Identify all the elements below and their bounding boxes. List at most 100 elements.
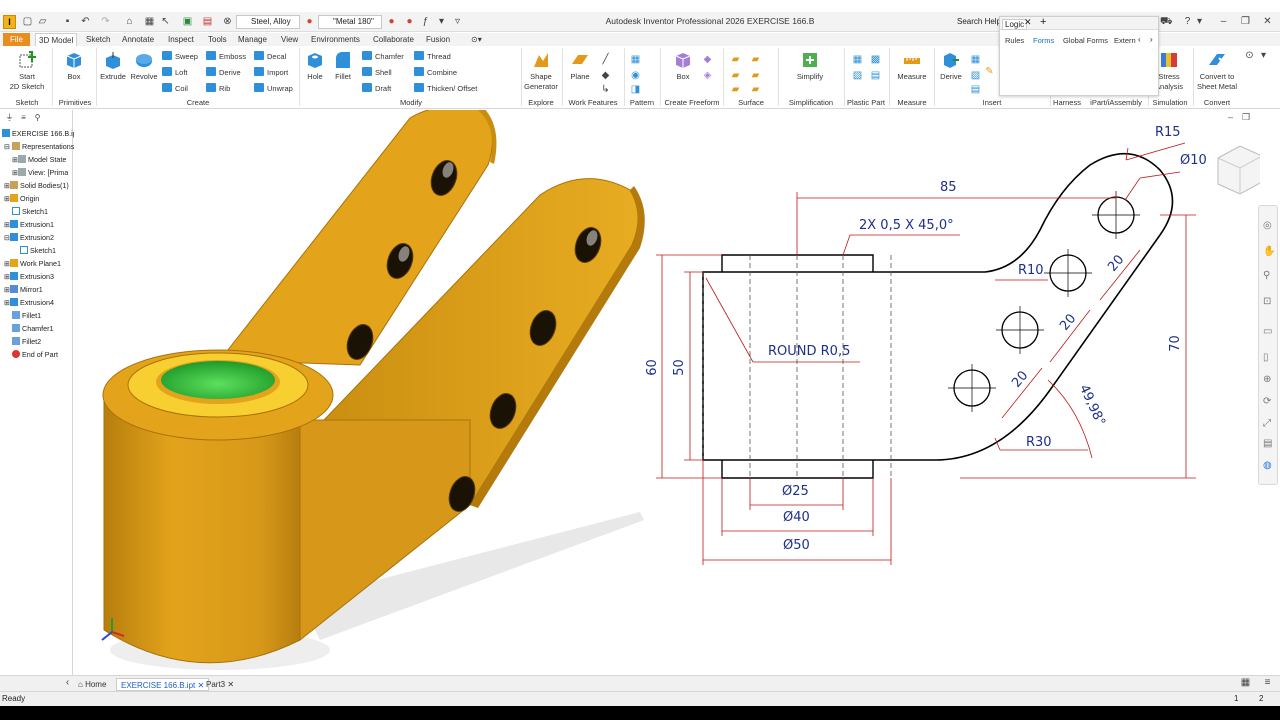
tree-representations[interactable]: ⊟ Representations — [4, 141, 74, 153]
graphics-window[interactable]: R15 Ø10 85 2X 0,5 X 45,0° R10 20 20 20 R… — [74, 110, 1260, 675]
tab-tools[interactable]: Tools — [205, 33, 230, 46]
orbit-icon[interactable]: ▭ — [1263, 326, 1272, 337]
tree-extrusion1[interactable]: ⊞ Extrusion1 — [4, 219, 54, 231]
workspace-icon[interactable]: ▣ — [182, 16, 193, 27]
undo-icon[interactable]: ↶ — [80, 16, 91, 27]
mirror-icon[interactable]: ◨ — [630, 84, 641, 95]
tree-sketch1[interactable]: Sketch1 — [12, 206, 48, 218]
logic-close-icon[interactable]: ✕ — [1024, 17, 1032, 28]
tab-view[interactable]: View — [278, 33, 301, 46]
derive-button[interactable]: Derive — [206, 67, 241, 78]
axis-icon[interactable]: ╱ — [600, 54, 611, 65]
tab-overflow-icon[interactable]: ▦ — [1240, 677, 1251, 688]
start-2d-sketch-button[interactable]: Start 2D Sketch — [8, 50, 46, 92]
tab-menu-icon[interactable]: ≡ — [1262, 677, 1273, 688]
tree-chamfer1[interactable]: Chamfer1 — [12, 323, 54, 335]
steering-wheel-icon[interactable]: ◎ — [1263, 220, 1272, 231]
logic-scroll-right-icon[interactable]: › — [1150, 35, 1153, 44]
tab-annotate[interactable]: Annotate — [119, 33, 157, 46]
clear-appearance-icon[interactable]: ● — [386, 16, 397, 27]
insert-b-icon[interactable]: ▧ — [970, 70, 981, 81]
3d-part-model[interactable] — [102, 110, 645, 664]
search-help[interactable]: Search Help — [957, 15, 999, 29]
shell-button[interactable]: Shell — [362, 67, 392, 78]
logic-tab-global-forms[interactable]: Global Forms — [1063, 36, 1108, 45]
group-modify[interactable]: Modify — [302, 98, 520, 108]
tab-fusion[interactable]: Fusion — [423, 33, 453, 46]
appearance-select[interactable]: "Metal 180" — [318, 15, 382, 29]
hole-button[interactable]: Hole — [302, 50, 328, 82]
full-nav-icon[interactable]: ▤ — [1263, 438, 1272, 449]
insert-a-icon[interactable]: ▦ — [970, 54, 981, 65]
convert-sheet-metal-button[interactable]: Convert to Sheet Metal — [1194, 50, 1240, 92]
viewport-minimize-icon[interactable]: – — [1228, 112, 1233, 122]
new-icon[interactable]: ▢ — [22, 16, 33, 27]
tab-sketch[interactable]: Sketch — [83, 33, 113, 46]
freeform-sphere-icon[interactable]: ◆ — [702, 54, 713, 65]
tree-extrusion4[interactable]: ⊞ Extrusion4 — [4, 297, 54, 309]
zoom-all-icon[interactable]: ⊕ — [1263, 374, 1271, 385]
import-button[interactable]: Import — [254, 67, 288, 78]
tree-model-state[interactable]: ⊞ Model State — [12, 154, 66, 166]
update-icon[interactable]: ▦ — [144, 16, 155, 27]
insert-derive-button[interactable]: Derive — [936, 50, 966, 82]
tree-fillet1[interactable]: Fillet1 — [12, 310, 41, 322]
free-orbit-icon[interactable]: ⤢ — [1263, 418, 1271, 429]
sculpt-icon[interactable]: ▰ — [750, 70, 761, 81]
ucs-icon[interactable]: ↳ — [600, 84, 611, 95]
logic-tab-forms[interactable]: Forms — [1033, 36, 1054, 45]
customize-icon[interactable]: ▿ — [452, 16, 463, 27]
tab-inspect[interactable]: Inspect — [165, 33, 197, 46]
cart-icon[interactable]: ⛟ — [1160, 16, 1173, 27]
group-simplification[interactable]: Simplification — [780, 98, 842, 108]
close-part3-icon[interactable]: ✕ — [227, 680, 234, 689]
nav-settings-icon[interactable]: ◍ — [1263, 460, 1272, 471]
revolve-button[interactable]: Revolve — [128, 50, 160, 82]
tree-mirror1[interactable]: ⊞ Mirror1 — [4, 284, 43, 296]
ribbon-options-dropdown-icon[interactable]: ▾ — [1258, 50, 1269, 61]
grill-icon[interactable]: ▦ — [852, 54, 863, 65]
material-select[interactable]: Steel, Alloy — [236, 15, 300, 29]
tree-extrusion3[interactable]: ⊞ Extrusion3 — [4, 271, 54, 283]
fx-icon[interactable]: ƒ — [420, 16, 431, 27]
open-icon[interactable]: ▱ — [37, 16, 48, 27]
patch-icon[interactable]: ▰ — [730, 70, 741, 81]
save-icon[interactable]: ▪ — [62, 16, 73, 27]
thread-button[interactable]: Thread — [414, 51, 451, 62]
tab-3d-model[interactable]: 3D Model — [35, 33, 78, 46]
extrude-button[interactable]: Extrude — [98, 50, 128, 82]
tree-root[interactable]: EXERCISE 166.B.ipt — [2, 128, 79, 140]
sweep-button[interactable]: Sweep — [162, 51, 198, 62]
zoom-window-icon[interactable]: ⊡ — [1263, 296, 1271, 307]
tree-work-plane1[interactable]: ⊞ Work Plane1 — [4, 258, 61, 270]
tab-home[interactable]: ⌂ Home — [74, 678, 110, 691]
viewport-restore-icon[interactable]: ❐ — [1242, 112, 1250, 123]
tab-collaborate[interactable]: Collaborate — [370, 33, 417, 46]
rib-button[interactable]: Rib — [206, 83, 230, 94]
look-at-icon[interactable]: ▯ — [1263, 352, 1269, 363]
zoom-icon[interactable]: ⚲ — [1263, 270, 1270, 281]
pan-icon[interactable]: ✋ — [1263, 246, 1275, 257]
dropdown-icon[interactable]: ▾ — [436, 16, 447, 27]
snap-fit-icon[interactable]: ▧ — [852, 70, 863, 81]
freeform-box-button[interactable]: Box — [668, 50, 698, 82]
tab-overflow-icon[interactable]: ⊙▾ — [468, 33, 485, 46]
browser-search-icon[interactable]: ⚲ — [32, 112, 43, 123]
replace-face-icon[interactable]: ▰ — [750, 84, 761, 95]
material-icon[interactable]: ⊗ — [222, 16, 233, 27]
help-icon[interactable]: ? — [1182, 16, 1193, 27]
circ-pattern-icon[interactable]: ◉ — [630, 70, 641, 81]
minimize-icon[interactable]: – — [1218, 16, 1229, 27]
filter-icon[interactable]: ⏚ — [4, 112, 15, 123]
tab-environments[interactable]: Environments — [308, 33, 363, 46]
tree-view[interactable]: ⊞ View: [Prima — [12, 167, 68, 179]
boss-icon[interactable]: ▩ — [870, 54, 881, 65]
ribbon-options-icon[interactable]: ⊙ — [1244, 50, 1255, 61]
tab-part3[interactable]: Part3 ✕ — [202, 678, 238, 691]
help-dropdown-icon[interactable]: ▾ — [1194, 16, 1205, 27]
appearance-icon[interactable]: ▤ — [202, 16, 213, 27]
measure-button[interactable]: Measure — [894, 50, 930, 82]
tree-solid-bodies[interactable]: ⊞ Solid Bodies(1) — [4, 180, 69, 192]
box-primitive-button[interactable]: Box — [58, 50, 90, 82]
combine-button[interactable]: Combine — [414, 67, 457, 78]
